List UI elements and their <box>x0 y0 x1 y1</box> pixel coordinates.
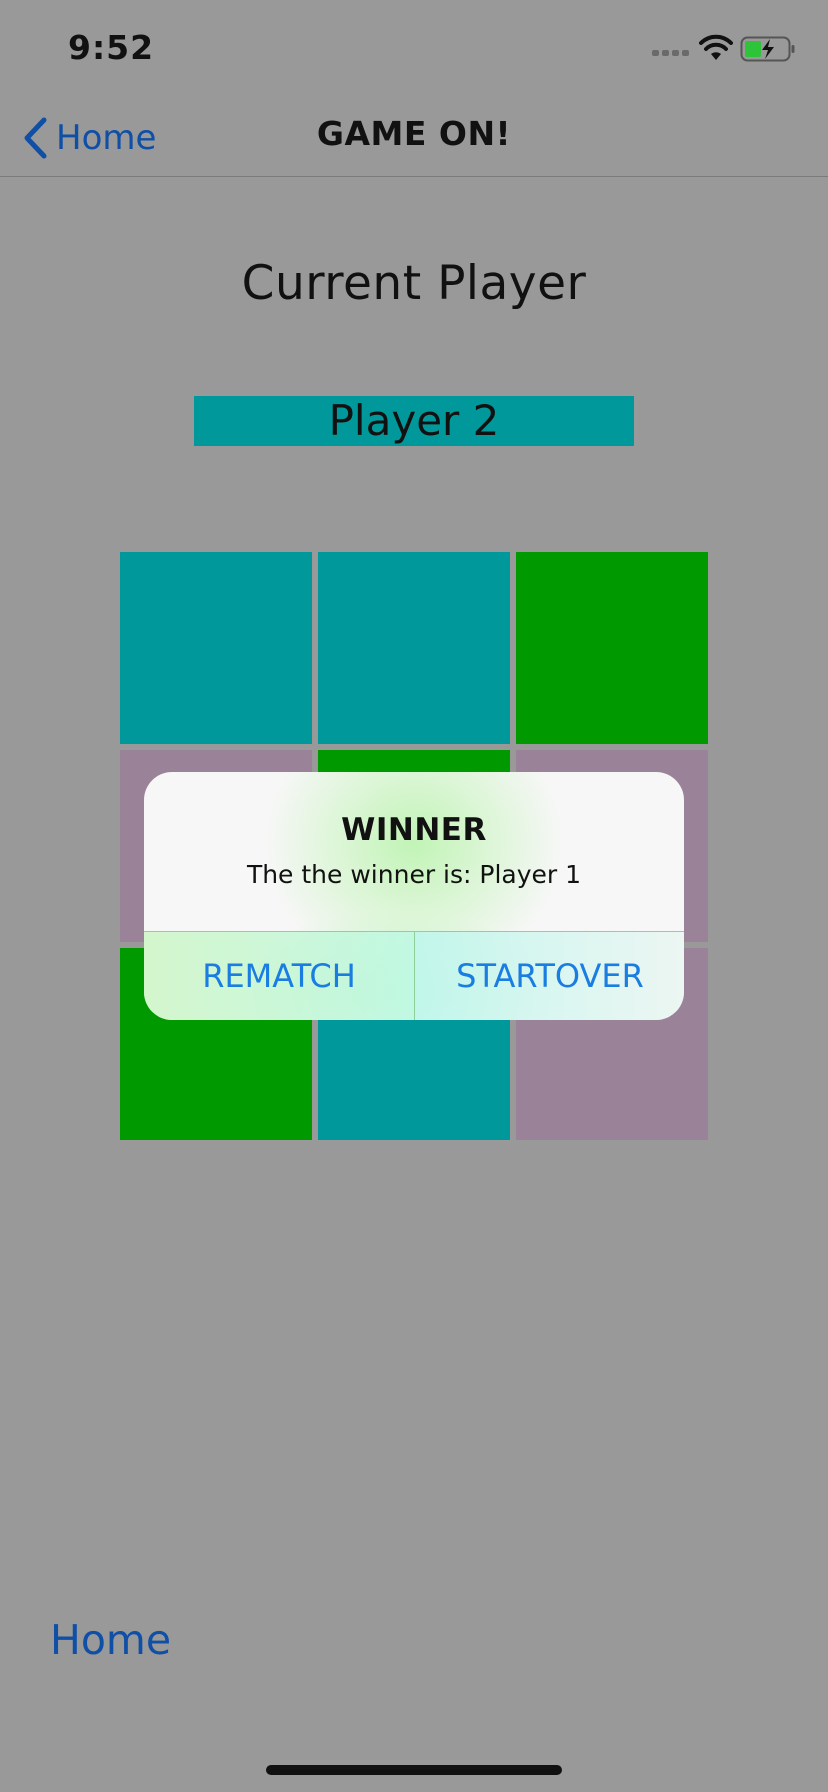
wifi-icon <box>699 34 733 60</box>
alert-title: WINNER <box>341 812 487 848</box>
rematch-button[interactable]: REMATCH <box>144 932 414 1020</box>
status-time: 9:52 <box>68 28 155 67</box>
navigation-bar: Home GAME ON! <box>0 100 828 177</box>
alert-message: The the winner is: Player 1 <box>246 860 582 889</box>
current-player-heading: Current Player <box>241 256 587 311</box>
status-bar: 9:52 <box>0 0 828 100</box>
home-link[interactable]: Home <box>50 1616 171 1664</box>
battery-charging-icon <box>740 36 795 62</box>
cellular-signal-icon <box>652 50 689 56</box>
board-cell-0-1[interactable] <box>318 552 510 744</box>
startover-button[interactable]: STARTOVER <box>415 932 684 1020</box>
board-cell-0-0[interactable] <box>120 552 312 744</box>
board-cell-0-2[interactable] <box>516 552 708 744</box>
current-player-indicator: Player 2 <box>194 396 634 446</box>
nav-title: GAME ON! <box>316 114 512 153</box>
winner-alert-dialog: WINNER The the winner is: Player 1 REMAT… <box>144 772 684 1020</box>
home-indicator <box>266 1765 562 1775</box>
